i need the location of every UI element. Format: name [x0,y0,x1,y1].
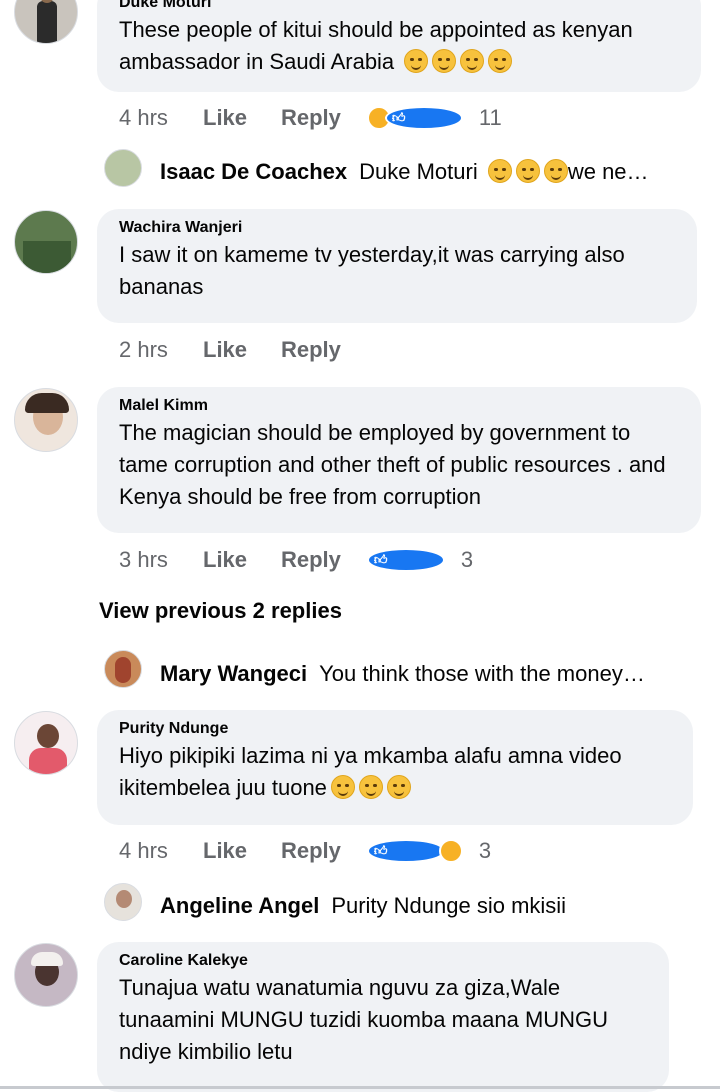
comment-bubble: Caroline Kalekye Tunajua watu wanatumia … [97,942,669,1092]
comment-author[interactable]: Malel Kimm [119,397,679,415]
reply-button[interactable]: Reply [281,547,341,573]
reaction-count: 3 [460,547,474,572]
reply-text: Duke Moturi we ne… [359,159,649,184]
pensive-emoji-icon [460,49,485,73]
pensive-emoji-icon [488,49,513,73]
reaction-count: 3 [478,838,492,863]
joy-emoji-icon [330,775,355,799]
reply-author[interactable]: Isaac De Coachex [160,159,347,185]
comment-bubble: Purity Ndunge Hiyo pikipiki lazima ni ya… [97,710,693,825]
like-reaction-icon: 👍︎ [384,106,463,130]
reaction-summary[interactable]: 👍︎ 3 [366,547,474,573]
comment-actions: 3 hrs Like Reply 👍︎ 3 [119,545,473,575]
comment-text: I saw it on kameme tv yesterday,it was c… [119,242,625,299]
comment-text: These people of kitui should be appointe… [119,17,633,74]
comment-author[interactable]: Purity Ndunge [119,720,671,738]
rofl-emoji-icon [487,159,512,183]
like-reaction-icon: 👍︎ [366,839,445,863]
relieved-emoji-icon [404,49,429,73]
comment-actions: 4 hrs Like Reply 👍︎ 3 [119,836,491,866]
like-button[interactable]: Like [203,337,281,363]
comment-actions: 2 hrs Like Reply [119,335,341,365]
reply-preview[interactable]: Mary Wangeci You think those with the mo… [104,654,645,694]
reaction-summary[interactable]: 👍︎ 3 [366,838,492,864]
like-reaction-icon: 👍︎ [366,548,445,572]
comment-author[interactable]: Wachira Wanjeri [119,219,675,237]
reaction-count: 11 [478,105,502,130]
comment-text: The magician should be employed by gover… [119,420,666,509]
joy-emoji-icon [358,775,383,799]
comment-author[interactable]: Duke Moturi [119,0,679,12]
comment-time[interactable]: 2 hrs [119,337,203,363]
avatar[interactable] [14,943,78,1007]
comment-text: Tunajua watu wanatumia nguvu za giza,Wal… [119,975,609,1064]
comment-time[interactable]: 3 hrs [119,547,203,573]
comment-text: Hiyo pikipiki lazima ni ya mkamba alafu … [119,743,622,800]
comment-bubble: Malel Kimm The magician should be employ… [97,387,701,533]
reply-button[interactable]: Reply [281,337,341,363]
avatar[interactable] [14,210,78,274]
reply-button[interactable]: Reply [281,105,341,131]
rofl-emoji-icon [543,159,568,183]
reply-text: Purity Ndunge sio mkisii [331,893,567,918]
reply-author[interactable]: Mary Wangeci [160,661,307,687]
like-button[interactable]: Like [203,838,281,864]
reply-button[interactable]: Reply [281,838,341,864]
avatar[interactable] [14,711,78,775]
view-previous-replies-link[interactable]: View previous 2 replies [99,598,342,624]
like-button[interactable]: Like [203,105,281,131]
comment-time[interactable]: 4 hrs [119,838,203,864]
joy-emoji-icon [386,775,411,799]
rofl-emoji-icon [515,159,540,183]
avatar[interactable] [14,388,78,452]
like-button[interactable]: Like [203,547,281,573]
reply-preview[interactable]: Isaac De Coachex Duke Moturi we ne… [104,152,649,192]
comment-author[interactable]: Caroline Kalekye [119,952,647,970]
avatar[interactable] [14,0,78,44]
reply-text: You think those with the money… [319,661,645,686]
reply-author[interactable]: Angeline Angel [160,893,319,919]
relieved-emoji-icon [432,49,457,73]
comment-bubble: Duke Moturi These people of kitui should… [97,0,701,92]
reaction-summary[interactable]: 👍︎ 11 [366,105,502,131]
comment-time[interactable]: 4 hrs [119,105,203,131]
reply-preview[interactable]: Angeline Angel Purity Ndunge sio mkisii [104,886,566,926]
comment-actions: 4 hrs Like Reply 👍︎ 11 [119,103,502,133]
comment-bubble: Wachira Wanjeri I saw it on kameme tv ye… [97,209,697,323]
haha-reaction-icon [438,839,463,863]
